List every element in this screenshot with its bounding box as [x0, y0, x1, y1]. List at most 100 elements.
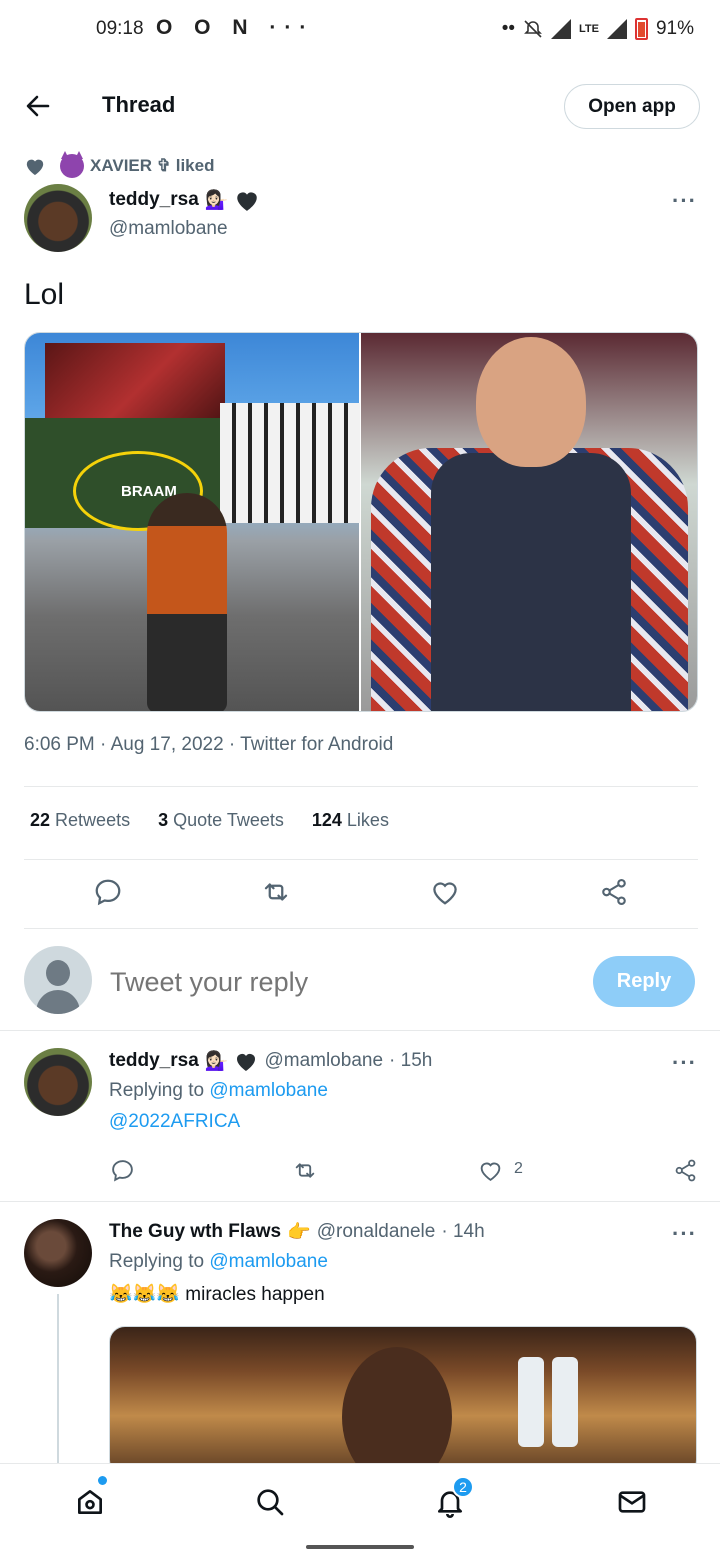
- reply-author-name: teddy_rsa: [109, 1050, 199, 1071]
- name-emoji: 👉: [287, 1222, 311, 1243]
- tweet-stats: 22 Retweets 3 Quote Tweets 124 Likes: [30, 810, 389, 831]
- reply-action-button[interactable]: [107, 1155, 137, 1185]
- nav-messages[interactable]: [612, 1482, 652, 1522]
- header: Thread Open app: [0, 76, 720, 140]
- liker-name[interactable]: XAVIER ✞: [90, 156, 171, 176]
- tweet-media[interactable]: BRAAM: [24, 332, 698, 712]
- home-icon: [78, 1490, 102, 1514]
- puffer-vest: [431, 453, 631, 711]
- media-image-left[interactable]: BRAAM: [25, 333, 360, 711]
- divider: [24, 928, 698, 929]
- retweet-icon: [295, 1162, 315, 1178]
- laughing-cat-emoji: 😹😹😹: [109, 1284, 180, 1305]
- divider: [24, 786, 698, 787]
- replying-to-link[interactable]: @mamlobane: [209, 1251, 328, 1272]
- home-unread-dot: [98, 1476, 107, 1485]
- heart-outline-icon: [433, 882, 457, 905]
- reply-author-row[interactable]: teddy_rsa 💁🏻‍♀️ @mamlobane · 15h: [109, 1049, 432, 1073]
- reply-text: 😹😹😹 miracles happen: [109, 1284, 325, 1305]
- liked-label: liked: [175, 156, 215, 175]
- heart-outline-icon: [480, 1162, 500, 1181]
- thread-line: [57, 1294, 59, 1474]
- media-image-right[interactable]: [361, 333, 697, 711]
- reply-text[interactable]: @2022AFRICA: [109, 1111, 240, 1133]
- quote-tweets-stat[interactable]: 3 Quote Tweets: [158, 810, 284, 831]
- envelope-icon: [618, 1491, 646, 1513]
- comment-icon: [95, 879, 121, 906]
- system-gesture-bar: [0, 1535, 720, 1560]
- reply-media[interactable]: [109, 1326, 697, 1476]
- reply-avatar[interactable]: [24, 1219, 92, 1287]
- reply-author-handle: @mamlobane: [264, 1050, 384, 1071]
- bottom-nav: 2: [0, 1463, 720, 1535]
- avatar[interactable]: [24, 184, 92, 252]
- arrow-left-icon: [26, 95, 50, 117]
- like-action-button[interactable]: [425, 872, 465, 912]
- status-notification-icons: O O N ···: [156, 16, 315, 39]
- reply-button[interactable]: Reply: [593, 956, 695, 1007]
- tweet-meta: 6:06 PM · Aug 17, 2022 · Twitter for And…: [24, 734, 394, 755]
- tweet-text: Lol: [24, 278, 65, 311]
- name-emoji: 💁🏻‍♀️: [204, 190, 229, 211]
- tweet-actions: [24, 872, 698, 914]
- share-action-button[interactable]: [670, 1155, 700, 1185]
- comment-icon: [111, 1159, 133, 1182]
- home-gesture-pill[interactable]: [306, 1545, 414, 1549]
- notifications-badge: 2: [452, 1476, 474, 1498]
- reply-author-handle: @ronaldanele: [316, 1221, 436, 1242]
- bald-head: [476, 337, 586, 467]
- water-bottle: [552, 1357, 578, 1447]
- nav-home[interactable]: [70, 1482, 110, 1522]
- divider: [0, 1201, 720, 1202]
- retweet-icon: [264, 883, 288, 901]
- status-dots: ••: [501, 18, 515, 39]
- likes-stat[interactable]: 124 Likes: [312, 810, 389, 831]
- divider: [0, 1030, 720, 1031]
- share-action-button[interactable]: [594, 872, 634, 912]
- status-bar: 09:18 O O N ··· •• LTE 91%: [0, 0, 720, 60]
- divider: [24, 859, 698, 860]
- black-heart-icon: [237, 1054, 256, 1071]
- battery-percent: 91%: [655, 18, 694, 39]
- author-handle[interactable]: @mamlobane: [109, 218, 228, 240]
- reply-action-button[interactable]: [88, 872, 128, 912]
- replying-to-line: Replying to @mamlobane: [109, 1251, 328, 1272]
- heart-filled-icon: [26, 159, 44, 176]
- water-bottle: [518, 1357, 544, 1447]
- reply-input[interactable]: [110, 960, 550, 1004]
- replying-to-link[interactable]: @mamlobane: [209, 1080, 328, 1101]
- more-options-icon[interactable]: ···: [672, 188, 697, 214]
- devil-emoji-icon: [60, 151, 84, 178]
- person-figure: [147, 493, 227, 711]
- retweet-action-button[interactable]: [256, 872, 296, 912]
- like-count: 2: [514, 1160, 523, 1177]
- more-options-icon[interactable]: ···: [672, 1050, 697, 1076]
- name-emoji: 💁🏻‍♀️: [204, 1051, 229, 1072]
- signal-icon: [551, 19, 571, 39]
- nav-search[interactable]: [250, 1482, 290, 1522]
- retweet-action-button[interactable]: [290, 1155, 320, 1185]
- more-options-icon[interactable]: ···: [672, 1221, 697, 1247]
- search-icon: [257, 1489, 284, 1516]
- reply-time: · 14h: [441, 1221, 485, 1242]
- replying-to-line: Replying to @mamlobane: [109, 1080, 328, 1101]
- reply-author-row[interactable]: The Guy wth Flaws 👉 @ronaldanele · 14h: [109, 1220, 485, 1244]
- author-name: teddy_rsa: [109, 189, 199, 210]
- page-title: Thread: [102, 92, 176, 117]
- man-face: [342, 1347, 452, 1475]
- author-name-row[interactable]: teddy_rsa 💁🏻‍♀️: [109, 188, 260, 212]
- retweets-stat[interactable]: 22 Retweets: [30, 810, 130, 831]
- status-time: 09:18: [96, 18, 144, 39]
- mute-icon: [524, 20, 542, 38]
- like-action-button[interactable]: [475, 1155, 505, 1185]
- social-context: XAVIER ✞ liked: [24, 151, 215, 180]
- share-icon: [675, 1159, 695, 1181]
- signal-icon-2: [606, 19, 627, 39]
- reply-avatar[interactable]: [24, 1048, 92, 1116]
- battery-icon: [634, 18, 648, 40]
- building: [220, 403, 360, 523]
- status-right-group: •• LTE 91%: [502, 18, 694, 40]
- black-heart-icon: [237, 192, 258, 211]
- back-button[interactable]: [22, 90, 54, 122]
- open-app-button[interactable]: Open app: [564, 84, 700, 129]
